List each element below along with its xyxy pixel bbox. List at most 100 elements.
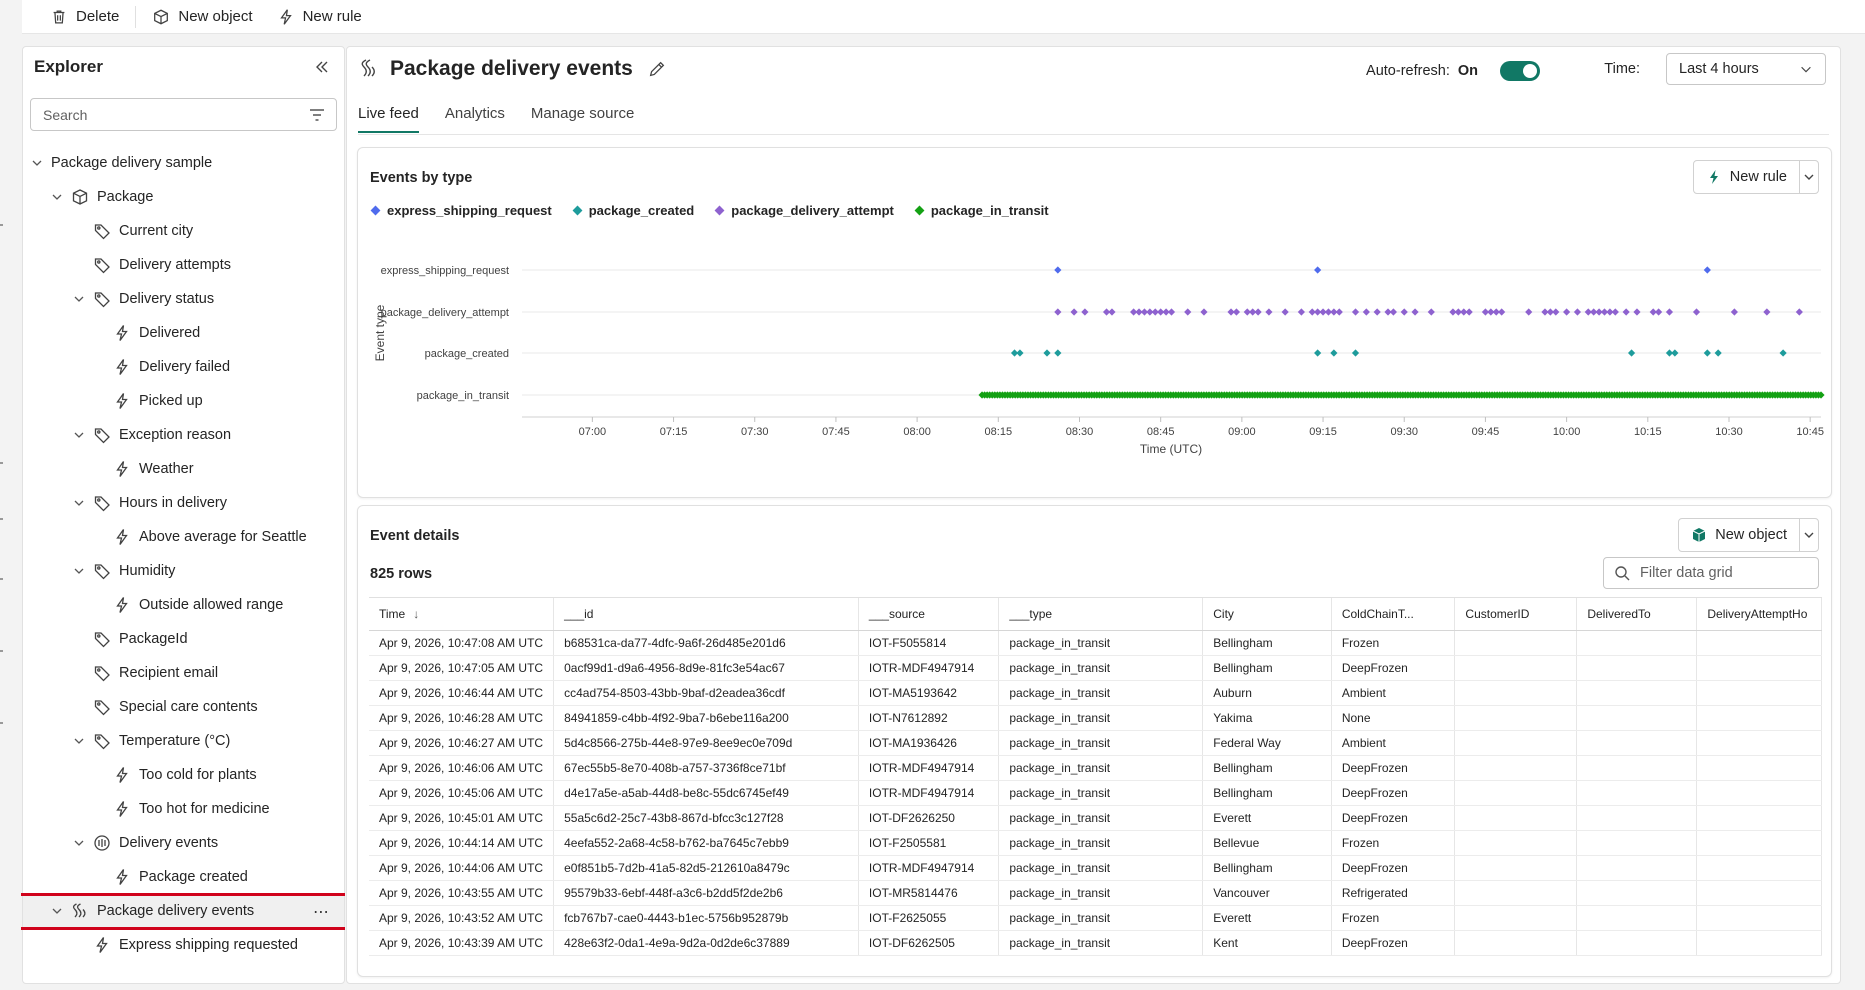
data-point <box>1665 308 1674 316</box>
tree-item-package-created[interactable]: Package created <box>23 860 344 894</box>
new-object-toolbar-button[interactable]: New object <box>140 2 264 32</box>
column-header[interactable]: CustomerID <box>1454 598 1578 631</box>
tree-item-package-delivery-events[interactable]: Package delivery events ⋯ <box>21 893 345 930</box>
table-row[interactable]: Apr 9, 2026, 10:43:55 AM UTC 95579b33-6eb… <box>369 880 1822 906</box>
data-point <box>1351 349 1360 357</box>
time-range-value: Last 4 hours <box>1679 61 1759 77</box>
chevron-down-icon <box>1804 532 1814 538</box>
delete-button[interactable]: Delete <box>38 2 131 32</box>
column-header[interactable]: ColdChainT... <box>1331 598 1456 631</box>
toolbar-divider <box>135 5 137 28</box>
tag-icon <box>93 222 111 240</box>
tree-item-delivery-failed[interactable]: Delivery failed <box>23 350 344 384</box>
tree-item-too-cold-for-plants[interactable]: Too cold for plants <box>23 758 344 792</box>
table-row[interactable]: Apr 9, 2026, 10:46:06 AM UTC 67ec55b5-8e7… <box>369 755 1822 781</box>
table-row[interactable]: Apr 9, 2026, 10:44:14 AM UTC 4eefa552-2a6… <box>369 830 1822 856</box>
table-cell <box>1696 755 1822 781</box>
collapse-pane-icon[interactable] <box>312 57 332 77</box>
tree-item-package[interactable]: Package <box>23 180 344 214</box>
tab-live-feed[interactable]: Live feed <box>358 105 419 133</box>
chevron-down-icon[interactable] <box>71 427 87 443</box>
data-point <box>1671 349 1679 357</box>
tree-item-delivered[interactable]: Delivered <box>23 316 344 350</box>
new-object-button[interactable]: New object <box>1679 519 1800 551</box>
filter-data-grid-input[interactable] <box>1638 564 1808 582</box>
tree-item-outside-allowed-range[interactable]: Outside allowed range <box>23 588 344 622</box>
new-rule-dropdown[interactable] <box>1800 161 1818 193</box>
sort-descending-icon[interactable]: ↓ <box>413 607 419 621</box>
chevron-down-icon[interactable] <box>71 291 87 307</box>
table-cell: IOTR-MDF4947914 <box>858 780 1000 806</box>
column-header[interactable]: Time ↓ <box>369 598 555 631</box>
chevron-down-icon[interactable] <box>71 495 87 511</box>
table-cell: 67ec55b5-8e70-408b-a757-3736f8ce71bf <box>553 755 859 781</box>
data-point <box>1297 308 1305 316</box>
more-options-icon[interactable]: ⋯ <box>313 902 330 922</box>
new-rule-button[interactable]: New rule <box>1694 161 1800 193</box>
table-cell: Apr 9, 2026, 10:44:06 AM UTC <box>369 855 555 881</box>
tree-item-temperature-c[interactable]: Temperature (°C) <box>23 724 344 758</box>
table-row[interactable]: Apr 9, 2026, 10:46:44 AM UTC cc4ad754-850… <box>369 680 1822 706</box>
lightning-icon <box>1709 170 1718 184</box>
tree-item-exception-reason[interactable]: Exception reason <box>23 418 344 452</box>
column-header[interactable]: City <box>1202 598 1332 631</box>
legend-item[interactable]: package_delivery_attempt <box>714 203 894 218</box>
chevron-down-icon[interactable] <box>49 903 65 919</box>
table-row[interactable]: Apr 9, 2026, 10:44:06 AM UTC e0f851b5-7d2… <box>369 855 1822 881</box>
column-header[interactable]: DeliveryAttemptHo <box>1696 598 1822 631</box>
chevron-down-icon[interactable] <box>71 733 87 749</box>
table-cell <box>1454 730 1578 756</box>
tree-item-delivery-status[interactable]: Delivery status <box>23 282 344 316</box>
tree-item-above-average-for-seattle[interactable]: Above average for Seattle <box>23 520 344 554</box>
legend-item[interactable]: express_shipping_request <box>370 203 552 218</box>
table-cell <box>1696 705 1822 731</box>
tree-item-humidity[interactable]: Humidity <box>23 554 344 588</box>
table-row[interactable]: Apr 9, 2026, 10:47:05 AM UTC 0acf99d1-d9a… <box>369 655 1822 681</box>
tree-item-special-care-contents[interactable]: Special care contents <box>23 690 344 724</box>
table-row[interactable]: Apr 9, 2026, 10:45:01 AM UTC 55a5c6d2-25c… <box>369 805 1822 831</box>
legend-item[interactable]: package_created <box>572 203 694 218</box>
table-cell <box>1454 780 1578 806</box>
table-row[interactable]: Apr 9, 2026, 10:47:08 AM UTC b68531ca-da7… <box>369 630 1822 656</box>
edit-icon[interactable] <box>647 59 667 79</box>
time-range-select[interactable]: Last 4 hours <box>1666 53 1826 85</box>
legend-item[interactable]: package_in_transit <box>914 203 1049 218</box>
x-tick-label: 07:00 <box>579 426 607 438</box>
tag-icon <box>93 698 111 716</box>
chevron-down-icon[interactable] <box>71 563 87 579</box>
table-row[interactable]: Apr 9, 2026, 10:43:39 AM UTC 428e63f2-0da… <box>369 930 1822 956</box>
filter-icon[interactable] <box>308 107 326 123</box>
chevron-down-icon[interactable] <box>71 835 87 851</box>
tree-item-package-delivery-sample[interactable]: Package delivery sample <box>23 146 344 180</box>
tree-item-delivery-events[interactable]: Delivery events <box>23 826 344 860</box>
table-row[interactable]: Apr 9, 2026, 10:46:27 AM UTC 5d4c8566-275… <box>369 730 1822 756</box>
table-row[interactable]: Apr 9, 2026, 10:43:52 AM UTC fcb767b7-cae… <box>369 905 1822 931</box>
column-header[interactable]: ___source <box>858 598 1000 631</box>
chevron-down-icon[interactable] <box>29 155 45 171</box>
x-tick-label: 08:00 <box>903 426 931 438</box>
table-cell: package_in_transit <box>998 880 1204 906</box>
chevron-down-icon[interactable] <box>49 189 65 205</box>
legend-swatch <box>714 205 725 216</box>
explorer-search-input[interactable] <box>30 98 337 131</box>
tree-item-recipient-email[interactable]: Recipient email <box>23 656 344 690</box>
table-row[interactable]: Apr 9, 2026, 10:46:28 AM UTC 84941859-c4b… <box>369 705 1822 731</box>
column-header[interactable]: ___id <box>553 598 859 631</box>
tree-item-hours-in-delivery[interactable]: Hours in delivery <box>23 486 344 520</box>
column-header[interactable]: DeliveredTo <box>1576 598 1698 631</box>
tree-item-weather[interactable]: Weather <box>23 452 344 486</box>
tree-item-too-hot-for-medicine[interactable]: Too hot for medicine <box>23 792 344 826</box>
tab-manage-source[interactable]: Manage source <box>531 105 634 133</box>
new-object-dropdown[interactable] <box>1800 519 1818 551</box>
tree-item-express-shipping-requested[interactable]: Express shipping requested <box>23 928 344 962</box>
tree-item-picked-up[interactable]: Picked up <box>23 384 344 418</box>
tree-item-packageid[interactable]: PackageId <box>23 622 344 656</box>
auto-refresh-toggle[interactable] <box>1500 61 1540 81</box>
new-rule-toolbar-button[interactable]: New rule <box>265 2 374 32</box>
column-header[interactable]: ___type <box>998 598 1204 631</box>
tree-item-delivery-attempts[interactable]: Delivery attempts <box>23 248 344 282</box>
tree-item-current-city[interactable]: Current city <box>23 214 344 248</box>
tab-analytics[interactable]: Analytics <box>445 105 505 133</box>
table-row[interactable]: Apr 9, 2026, 10:45:06 AM UTC d4e17a5e-a5a… <box>369 780 1822 806</box>
